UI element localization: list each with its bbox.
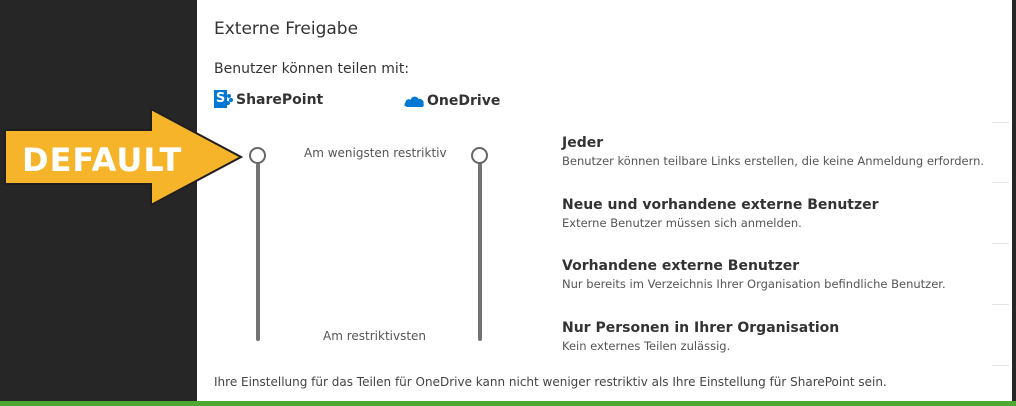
most-restrictive-label: Am restriktivsten [323,329,427,343]
footer-note: Ihre Einstellung für das Teilen für OneD… [214,375,887,389]
right-background [1012,0,1016,403]
option-title: Jeder [562,135,604,151]
share-with-label: Benutzer können teilen mit: [214,61,410,77]
panel-title: Externe Freigabe [214,19,359,39]
least-restrictive-label: Am wenigsten restriktiv [304,146,447,160]
external-sharing-panel: Externe Freigabe Benutzer können teilen … [197,0,1012,401]
separator [992,304,1009,305]
option-title: Neue und vorhandene externe Benutzer [562,197,879,213]
separator [992,182,1009,183]
onedrive-slider-handle[interactable] [471,147,488,164]
onedrive-label: OneDrive [427,93,501,109]
option-existing-external-users[interactable]: Vorhandene externe Benutzer Nur bereits … [562,258,946,291]
option-title: Vorhandene externe Benutzer [562,258,800,274]
option-description: Kein externes Teilen zulässig. [562,339,731,353]
separator [992,365,1009,366]
option-description: Nur bereits im Verzeichnis Ihrer Organis… [562,277,946,291]
sharepoint-label: SharePoint [236,92,324,108]
option-new-and-existing-external-users[interactable]: Neue und vorhandene externe Benutzer Ext… [562,197,879,230]
sharepoint-slider-track[interactable] [256,163,260,341]
option-anyone[interactable]: Jeder Benutzer können teilbare Links ers… [562,135,984,168]
option-description: Benutzer können teilbare Links erstellen… [562,154,985,168]
onedrive-cloud-icon [404,96,424,107]
option-title: Nur Personen in Ihrer Organisation [562,320,840,336]
onedrive-header: OneDrive [403,90,500,112]
bottom-accent-bar [0,401,1016,406]
sharepoint-slider-handle[interactable] [249,147,266,164]
option-description: Externe Benutzer müssen sich anmelden. [562,216,802,230]
default-callout-label: DEFAULT [22,141,183,179]
separator [992,122,1009,123]
onedrive-slider-track[interactable] [478,163,482,341]
separator [992,243,1009,244]
option-only-organization[interactable]: Nur Personen in Ihrer Organisation Kein … [562,320,839,353]
